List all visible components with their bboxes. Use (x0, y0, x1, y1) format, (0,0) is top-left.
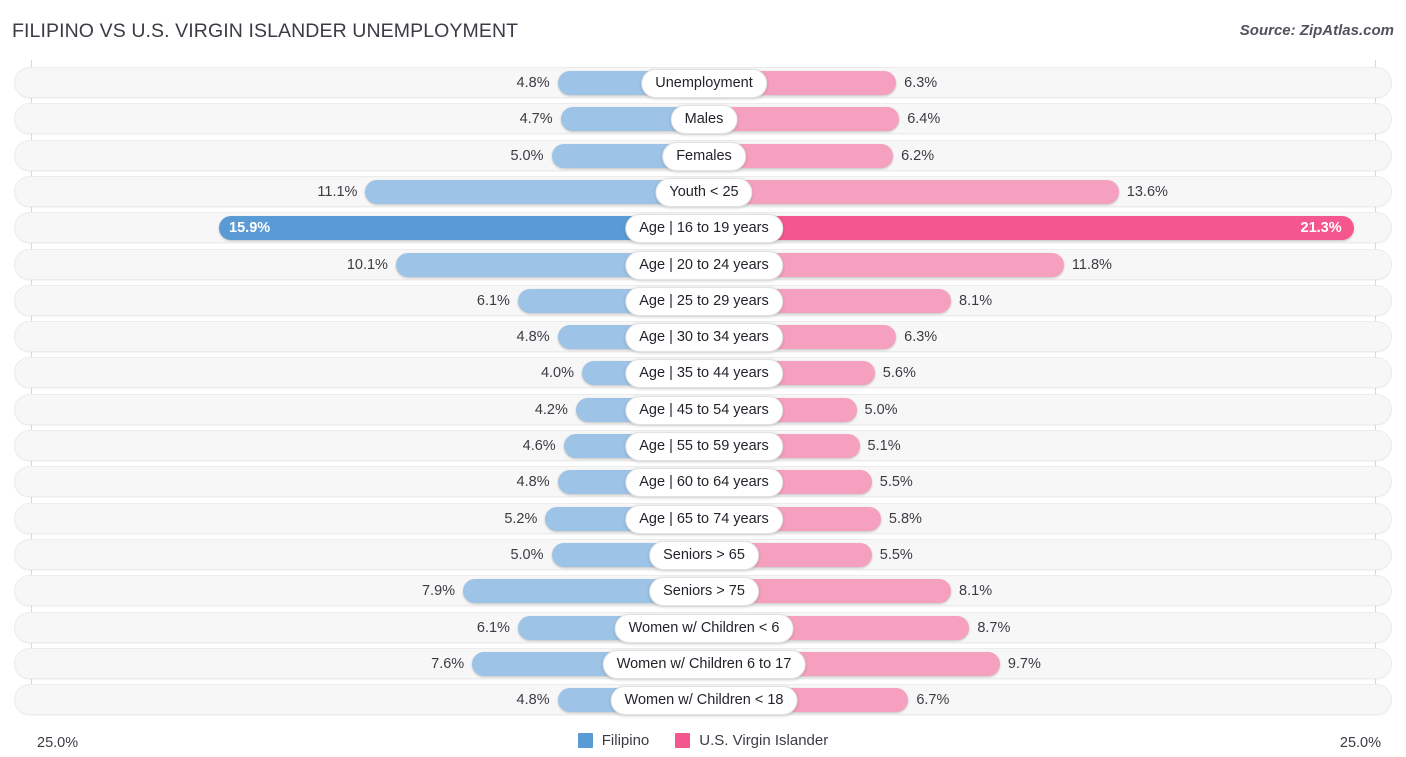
source-attribution: Source: ZipAtlas.com (1239, 22, 1394, 39)
row-category-label: Age | 16 to 19 years (625, 214, 783, 244)
chart-header: FILIPINO VS U.S. VIRGIN ISLANDER UNEMPLO… (0, 0, 1406, 60)
chart-row: 5.0% 5.5% Seniors > 65 (14, 538, 1392, 570)
legend-item[interactable]: U.S. Virgin Islander (675, 732, 828, 749)
value-label-filipino: 4.7% (519, 111, 553, 128)
value-label-filipino: 4.8% (516, 75, 550, 91)
legend-label: U.S. Virgin Islander (699, 732, 829, 749)
value-label-us-virgin-islander: 6.3% (904, 75, 938, 91)
row-category-label: Age | 30 to 34 years (625, 323, 783, 353)
chart-row: 4.7% 6.4% Males (14, 103, 1392, 135)
row-category-label: Age | 55 to 59 years (625, 432, 783, 461)
chart-row: 4.0% 5.6% Age | 35 to 44 years (14, 357, 1392, 389)
value-label-filipino: 4.6% (522, 438, 556, 454)
page-title: FILIPINO VS U.S. VIRGIN ISLANDER UNEMPLO… (12, 20, 519, 42)
chart-row: 7.6% 9.7% Women w/ Children 6 to 17 (14, 647, 1392, 679)
chart-row: 11.1% 13.6% Youth < 25 (14, 175, 1392, 207)
chart-row: 6.1% 8.7% Women w/ Children < 6 (14, 611, 1392, 643)
value-label-us-virgin-islander: 8.1% (959, 292, 993, 309)
value-label-filipino: 11.1% (317, 183, 358, 200)
chart-row: 7.9% 8.1% Seniors > 75 (14, 575, 1392, 607)
row-category-label: Age | 60 to 64 years (625, 468, 783, 498)
chart-plot-area: 4.8% 6.3% Unemployment 4.7% 6.4% Males 5.0% 6.2… (0, 60, 1406, 716)
bar-filipino (365, 179, 704, 204)
value-label-us-virgin-islander: 6.4% (907, 111, 941, 128)
value-label-us-virgin-islander: 11.8% (1071, 256, 1112, 273)
value-label-us-virgin-islander: 13.6% (1126, 183, 1168, 200)
row-category-label: Age | 20 to 24 years (625, 250, 783, 280)
row-category-label: Youth < 25 (655, 177, 753, 207)
row-category-label: Age | 35 to 44 years (625, 359, 783, 389)
value-label-us-virgin-islander: 5.5% (879, 546, 913, 563)
value-label-us-virgin-islander: 6.7% (916, 692, 950, 709)
value-label-filipino: 5.0% (510, 546, 544, 563)
legend-swatch-icon (577, 733, 593, 748)
chart-row: 5.2% 5.8% Age | 65 to 74 years (14, 502, 1392, 534)
row-category-label: Males (670, 105, 738, 135)
value-label-filipino: 5.0% (510, 147, 544, 164)
value-label-us-virgin-islander: 5.8% (888, 510, 922, 527)
value-label-filipino: 7.9% (421, 583, 456, 600)
chart-row: 4.8% 6.3% Unemployment (14, 67, 1392, 98)
chart-row: 5.0% 6.2% Females (14, 139, 1392, 171)
value-label-filipino: 6.1% (476, 292, 510, 309)
chart-row: 15.9% 21.3% Age | 16 to 19 years (14, 212, 1392, 244)
chart-footer: 25.0% 25.0% Filipino U.S. Virgin Islander (0, 715, 1406, 757)
value-label-us-virgin-islander: 5.1% (867, 438, 901, 454)
value-label-filipino: 5.2% (504, 510, 538, 527)
chart-row: 4.8% 6.3% Age | 30 to 34 years (14, 321, 1392, 353)
row-category-label: Seniors > 65 (649, 540, 759, 570)
bar-us-virgin-islander (704, 216, 1354, 241)
value-label-us-virgin-islander: 8.7% (977, 619, 1011, 636)
bar-us-virgin-islander (704, 179, 1119, 204)
row-category-label: Women w/ Children < 18 (610, 686, 798, 716)
value-label-filipino: 6.1% (476, 619, 510, 636)
chart-row: 10.1% 11.8% Age | 20 to 24 years (14, 248, 1392, 280)
value-label-filipino: 4.8% (516, 474, 550, 491)
row-category-label: Age | 45 to 54 years (625, 395, 783, 425)
row-category-label: Women w/ Children 6 to 17 (602, 649, 806, 679)
legend-item[interactable]: Filipino (577, 732, 650, 749)
value-label-us-virgin-islander: 5.0% (864, 401, 898, 418)
row-category-label: Women w/ Children < 6 (614, 613, 794, 643)
value-label-us-virgin-islander: 6.2% (901, 147, 935, 164)
value-label-filipino: 15.9% (229, 220, 271, 237)
value-label-filipino: 4.0% (540, 365, 574, 382)
chart-row: 4.2% 5.0% Age | 45 to 54 years (14, 393, 1392, 425)
chart-row: 6.1% 8.1% Age | 25 to 29 years (14, 284, 1392, 316)
chart-row: 4.8% 6.7% Women w/ Children < 18 (14, 684, 1392, 716)
value-label-us-virgin-islander: 5.6% (882, 365, 916, 382)
chart-legend: Filipino U.S. Virgin Islander (0, 732, 1406, 749)
value-label-filipino: 4.8% (516, 692, 550, 709)
row-category-label: Seniors > 75 (649, 577, 759, 607)
value-label-us-virgin-islander: 21.3% (1300, 220, 1342, 237)
value-label-filipino: 10.1% (346, 256, 388, 273)
row-category-label: Age | 65 to 74 years (625, 504, 783, 534)
row-category-label: Females (662, 141, 746, 171)
row-category-label: Unemployment (641, 69, 767, 98)
row-category-label: Age | 25 to 29 years (625, 286, 783, 316)
value-label-us-virgin-islander: 8.1% (959, 583, 993, 600)
chart-row: 4.8% 5.5% Age | 60 to 64 years (14, 466, 1392, 498)
value-label-filipino: 4.2% (534, 401, 568, 418)
legend-swatch-icon (675, 733, 691, 748)
value-label-us-virgin-islander: 9.7% (1007, 655, 1041, 672)
value-label-us-virgin-islander: 6.3% (904, 329, 938, 346)
value-label-us-virgin-islander: 5.5% (879, 474, 913, 491)
value-label-filipino: 4.8% (516, 329, 550, 346)
chart-row: 4.6% 5.1% Age | 55 to 59 years (14, 430, 1392, 461)
legend-label: Filipino (601, 732, 650, 749)
chart-page: FILIPINO VS U.S. VIRGIN ISLANDER UNEMPLO… (0, 0, 1406, 757)
value-label-filipino: 7.6% (431, 655, 465, 672)
